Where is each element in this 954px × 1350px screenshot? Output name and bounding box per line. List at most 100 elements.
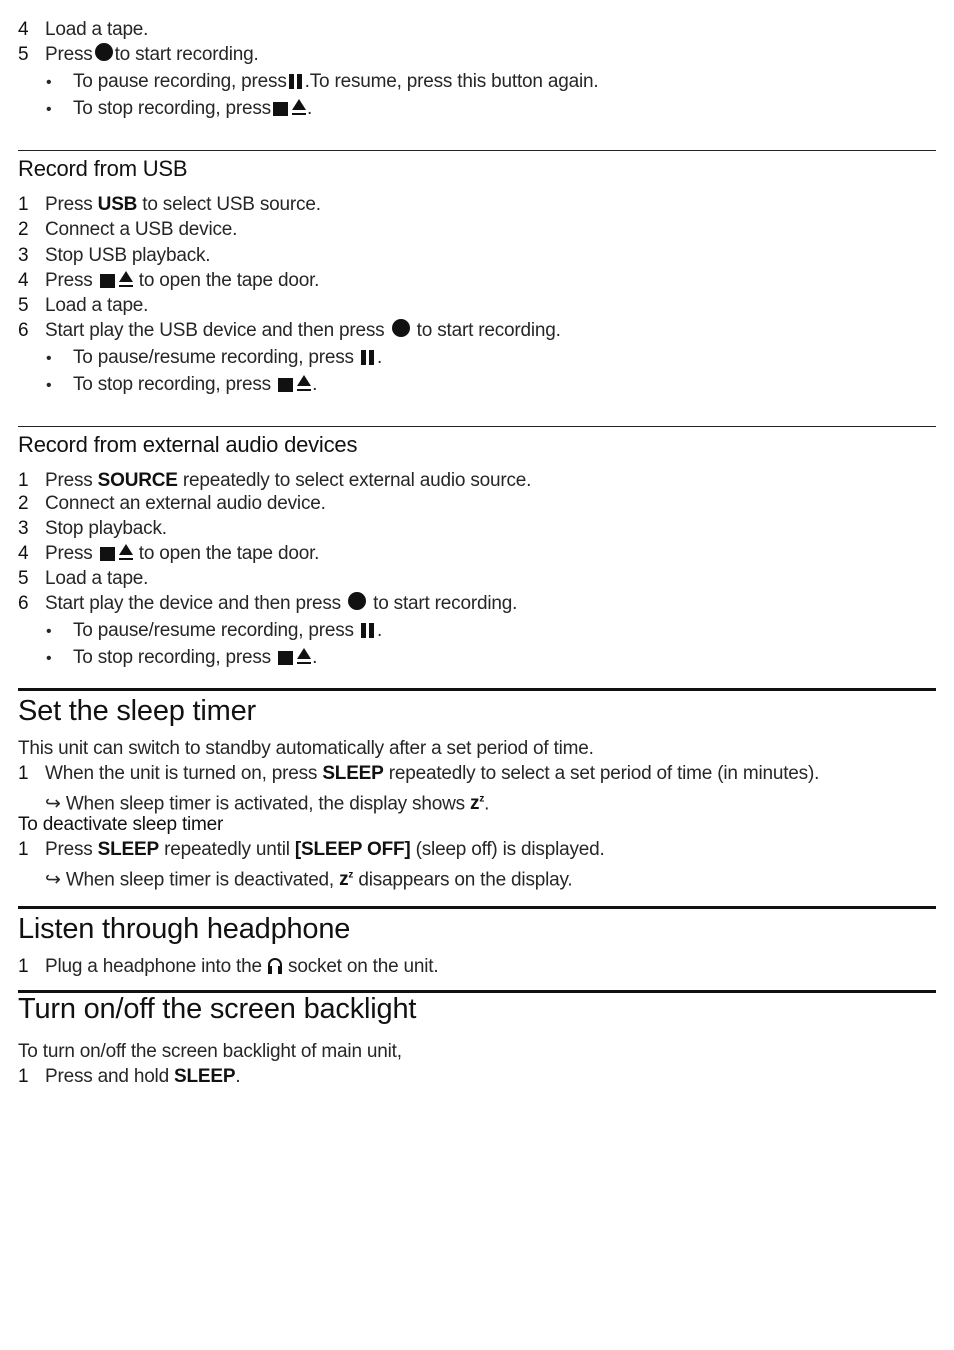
ext-step-4: 4 Press to open the tape door. — [18, 542, 319, 566]
usb-step-4: 4 Press to open the tape door. — [18, 269, 319, 293]
step-text: Plug a headphone into the — [45, 956, 262, 977]
usb-step-6: 6 Start play the USB device and then pres… — [18, 319, 561, 343]
record-icon — [348, 592, 367, 610]
divider — [18, 150, 936, 151]
step-number: 1 — [18, 1066, 29, 1087]
step-text: Load a tape. — [45, 568, 149, 589]
divider — [18, 906, 936, 909]
step-text: (sleep off) is displayed. — [415, 839, 605, 860]
sleep-step-1: 1 When the unit is turned on, press SLEEP… — [18, 762, 819, 786]
eject-icon — [118, 271, 134, 288]
bullet-icon: • — [46, 101, 52, 118]
bullet-text: . — [306, 98, 313, 119]
step-text: Load a tape. — [45, 19, 149, 40]
step-text: Press — [45, 839, 93, 860]
result-arrow-icon: ↪ — [45, 793, 61, 815]
ext-step-2: 2 Connect an external audio device. — [18, 492, 326, 516]
step-text: Press — [45, 44, 93, 65]
step-text: repeatedly to select external audio sour… — [182, 470, 532, 491]
step-text: Press — [45, 194, 93, 215]
stop-icon — [99, 547, 115, 561]
step-number: 3 — [18, 245, 29, 266]
step-number: 1 — [18, 194, 29, 215]
stop-icon — [278, 651, 294, 665]
eject-icon — [296, 648, 312, 665]
step-text: . — [235, 1066, 241, 1087]
result-arrow-icon: ↪ — [45, 869, 61, 891]
step-text: to select USB source. — [142, 194, 321, 215]
step-text: Press — [45, 470, 93, 491]
eject-icon — [118, 544, 134, 561]
stop-icon — [99, 274, 115, 288]
step-number: 1 — [18, 956, 29, 977]
bullet-item: • To pause/resume recording, press . — [18, 346, 382, 371]
bullet-text: . — [312, 374, 318, 395]
bullet-item: • To stop recording, press . — [18, 373, 317, 398]
ext-step-5: 5 Load a tape. — [18, 567, 148, 591]
button-name: SLEEP — [97, 839, 160, 860]
sleep-intro: This unit can switch to standby automati… — [18, 738, 594, 759]
stop-icon — [278, 378, 294, 392]
step-number: 1 — [18, 470, 29, 491]
button-name: USB — [97, 194, 138, 215]
step-number: 2 — [18, 219, 29, 240]
sleep-zz-icon: zz — [470, 793, 484, 814]
bullet-icon: • — [46, 74, 52, 91]
sleep-result-2: ↪ When sleep timer is deactivated, zz di… — [18, 864, 573, 892]
bullet-icon: • — [46, 623, 52, 640]
bullet-text: To pause/resume recording, press — [73, 347, 354, 368]
zz-main: z — [470, 793, 480, 815]
step-number: 3 — [18, 518, 29, 539]
backlight-step-1: 1 Press and hold SLEEP. — [18, 1065, 241, 1089]
sleep-step-2: 1 Press SLEEP repeatedly until [SLEEP OFF… — [18, 838, 605, 862]
step-text: Stop playback. — [45, 518, 167, 539]
bullet-text: To stop recording, press — [73, 647, 271, 668]
sleep-zz-icon: zz — [339, 869, 353, 890]
step-number: 1 — [18, 763, 29, 784]
step-text: to start recording. — [114, 44, 259, 65]
step-number: 5 — [18, 568, 29, 589]
step-text: Press — [45, 543, 93, 564]
section-heading-backlight: Turn on/off the screen backlight — [18, 993, 417, 1025]
bullet-item: • To stop recording, press . — [18, 646, 317, 671]
button-name: SLEEP — [174, 1066, 236, 1087]
step-number: 6 — [18, 320, 29, 341]
record-icon — [94, 43, 113, 61]
step-text: Press — [45, 270, 93, 291]
bullet-icon: • — [46, 650, 52, 667]
step-number: 1 — [18, 839, 29, 860]
bullet-icon: • — [46, 377, 52, 394]
button-name: SLEEP — [322, 763, 384, 784]
step-text: repeatedly to select a set period of tim… — [388, 763, 820, 784]
step-number: 4 — [18, 543, 29, 564]
record-icon — [391, 319, 410, 337]
step-number: 4 — [18, 270, 29, 291]
eject-icon — [296, 375, 312, 392]
headphone-icon — [267, 958, 282, 974]
pause-icon — [360, 350, 375, 365]
bullet-text: .To resume, press this button again. — [304, 71, 599, 92]
step-number: 5 — [18, 295, 29, 316]
pause-icon — [360, 623, 375, 638]
step-number: 4 — [18, 19, 29, 40]
step-number: 5 — [18, 44, 29, 65]
zz-sup: z — [348, 870, 354, 881]
step-number: 6 — [18, 593, 29, 614]
headphone-step-1: 1 Plug a headphone into the socket on the… — [18, 955, 439, 979]
bullet-text: To stop recording, press — [73, 374, 271, 395]
eject-icon — [291, 99, 307, 116]
usb-step-3: 3 Stop USB playback. — [18, 244, 211, 268]
usb-step-5: 5 Load a tape. — [18, 294, 148, 318]
section-heading-headphone: Listen through headphone — [18, 913, 351, 945]
display-text: [SLEEP OFF] — [294, 839, 411, 860]
step-text: Connect an external audio device. — [45, 493, 326, 514]
result-text: disappears on the display. — [358, 869, 573, 891]
bullet-text: . — [376, 347, 383, 368]
pause-icon — [288, 74, 303, 89]
result-text: When sleep timer is activated, the displ… — [65, 793, 465, 815]
bullet-text: To pause/resume recording, press — [73, 620, 354, 641]
bullet-item: • To pause recording, press .To resume, pr… — [18, 70, 599, 95]
step-text: Press and hold — [45, 1066, 169, 1087]
step-text: Start play the device and then press — [45, 593, 341, 614]
divider — [18, 426, 936, 427]
